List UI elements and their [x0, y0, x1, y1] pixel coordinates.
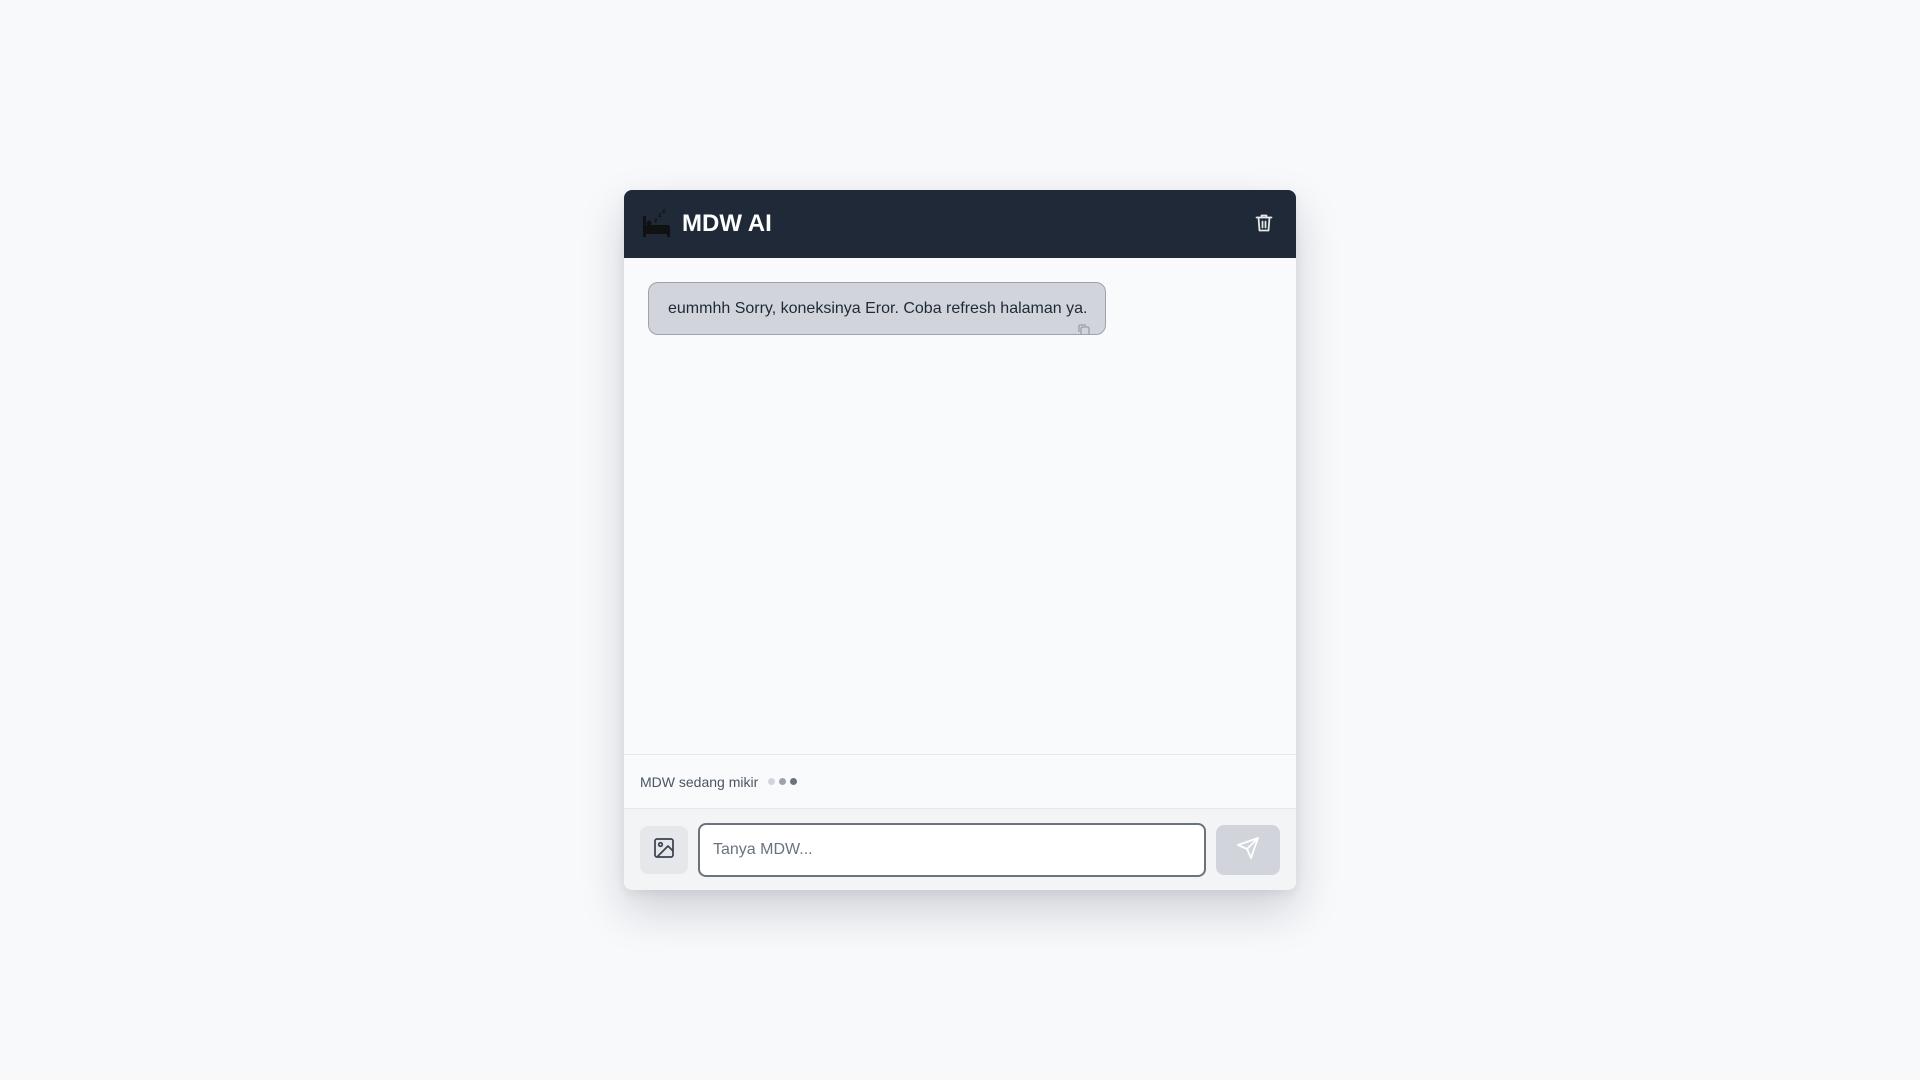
upload-image-button[interactable]: [640, 825, 688, 874]
chat-title: MDW AI: [682, 210, 772, 237]
typing-dots: [768, 778, 798, 785]
typing-dot: [768, 778, 776, 785]
message-text: eummhh Sorry, koneksinya Eror. Coba refr…: [668, 300, 1088, 317]
input-bar: [624, 808, 1296, 890]
typing-dot: [779, 778, 787, 785]
message-list: eummhh Sorry, koneksinya Eror. Coba refr…: [624, 258, 1296, 754]
chat-header: z z z MDW AI: [624, 190, 1296, 258]
send-icon: [1236, 836, 1260, 863]
typing-dot: [790, 778, 798, 785]
svg-text:z: z: [662, 209, 666, 215]
clear-chat-button[interactable]: [1248, 208, 1280, 240]
image-icon: [653, 837, 675, 862]
typing-text: MDW sedang mikir: [640, 773, 759, 790]
sleeping-bed-icon: z z z: [640, 208, 672, 240]
copy-icon[interactable]: [1077, 307, 1091, 334]
trash-icon: [1255, 213, 1273, 236]
typing-indicator: MDW sedang mikir: [624, 754, 1296, 808]
chat-window: z z z MDW AI eummhh Sorry, koneksinya Er…: [624, 190, 1296, 890]
send-button[interactable]: [1216, 824, 1280, 875]
assistant-message: eummhh Sorry, koneksinya Eror. Coba refr…: [648, 282, 1106, 335]
chat-input[interactable]: [698, 822, 1206, 877]
